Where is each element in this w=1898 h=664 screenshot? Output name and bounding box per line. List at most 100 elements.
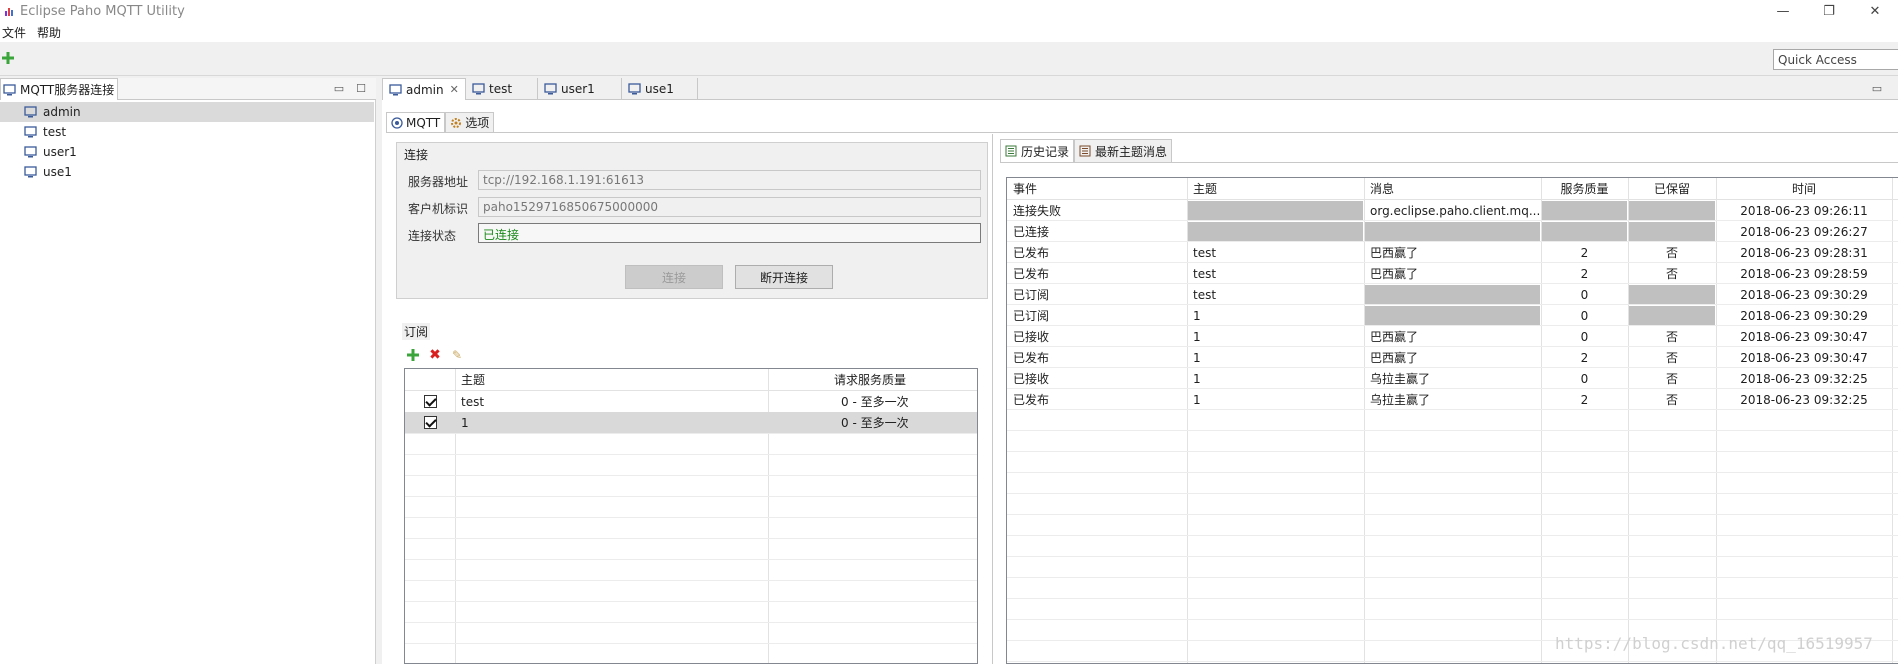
header-time[interactable]: 时间 bbox=[1716, 178, 1892, 199]
cell-retained: 否 bbox=[1665, 330, 1678, 344]
cell-event: 已发布 bbox=[1013, 267, 1050, 281]
main-toolbar bbox=[0, 42, 1898, 76]
subscription-checkbox[interactable] bbox=[423, 395, 437, 408]
subscription-qos[interactable]: 0 - 至多一次 bbox=[835, 391, 977, 412]
restore-icon[interactable]: ❐ bbox=[1806, 0, 1852, 22]
subscription-checkbox[interactable] bbox=[423, 416, 437, 429]
cell-event: 连接失败 bbox=[1013, 204, 1062, 218]
remove-subscription-icon[interactable]: ✖ bbox=[428, 347, 442, 363]
cell-message: 乌拉圭赢了 bbox=[1370, 393, 1431, 407]
table-row[interactable]: 已发布 1 乌拉圭赢了 2 否 2018-06-23 09:32:25 bbox=[1007, 389, 1898, 410]
inner-tab-options[interactable]: 选项 bbox=[445, 112, 495, 132]
tree-item-label: test bbox=[43, 125, 67, 139]
subscription-qos[interactable]: 0 - 至多一次 bbox=[835, 412, 977, 433]
tab-latest-messages[interactable]: 最新主题消息 bbox=[1074, 139, 1173, 162]
cell-event: 已接收 bbox=[1013, 330, 1050, 344]
table-row[interactable]: 1 0 - 至多一次 bbox=[405, 412, 977, 433]
add-subscription-icon[interactable] bbox=[406, 348, 420, 362]
message-list-icon bbox=[1079, 145, 1091, 157]
tree-item-user1[interactable]: user1 bbox=[0, 142, 374, 162]
menu-help[interactable]: 帮助 bbox=[35, 24, 64, 41]
table-row[interactable]: 已接收 1 乌拉圭赢了 0 否 2018-06-23 09:32:25 bbox=[1007, 368, 1898, 389]
table-row[interactable]: 已发布 test 巴西赢了 2 否 2018-06-23 09:28:59 bbox=[1007, 263, 1898, 284]
inner-tab-label: 选项 bbox=[465, 116, 490, 130]
history-tab-divider bbox=[1000, 162, 1898, 163]
table-row[interactable]: 连接失败 org.eclipse.paho.client.mq... 2018-06… bbox=[1007, 200, 1898, 221]
menu-bar: 文件 帮助 bbox=[0, 22, 1898, 42]
minimize-icon[interactable]: — bbox=[1760, 0, 1806, 22]
cell-time: 2018-06-23 09:30:47 bbox=[1740, 329, 1868, 344]
minimize-view-icon[interactable]: ▭ bbox=[332, 81, 346, 95]
tab-label: 历史记录 bbox=[1021, 144, 1070, 159]
table-row[interactable]: test 0 - 至多一次 bbox=[405, 391, 977, 412]
inner-tab-divider bbox=[386, 132, 1898, 133]
header-retained[interactable]: 已保留 bbox=[1628, 178, 1716, 199]
inner-tab-mqtt[interactable]: MQTT bbox=[386, 112, 446, 132]
cell-event: 已发布 bbox=[1013, 393, 1050, 407]
cell-event: 已连接 bbox=[1013, 225, 1050, 239]
tree-item-admin[interactable]: admin bbox=[0, 102, 374, 122]
cell-qos: 2 bbox=[1580, 245, 1589, 260]
inner-tabbar: MQTT 选项 bbox=[386, 112, 495, 132]
table-row[interactable]: 已连接 2018-06-23 09:26:27 bbox=[1007, 221, 1898, 242]
header-message[interactable]: 消息 bbox=[1364, 178, 1541, 199]
inner-tab-label: MQTT bbox=[406, 115, 441, 130]
header-qos[interactable]: 请求服务质量 bbox=[828, 369, 977, 390]
row-divider bbox=[405, 622, 977, 623]
tab-label: use1 bbox=[645, 82, 674, 96]
table-row[interactable]: 已订阅 1 0 2018-06-23 09:30:29 bbox=[1007, 305, 1898, 326]
subscription-topic: test bbox=[461, 394, 485, 409]
table-row[interactable]: 已发布 1 巴西赢了 2 否 2018-06-23 09:30:47 bbox=[1007, 347, 1898, 368]
tab-admin[interactable]: admin ✕ bbox=[382, 78, 466, 100]
connection-icon bbox=[24, 146, 37, 158]
table-row[interactable]: 已接收 1 巴西赢了 0 否 2018-06-23 09:30:47 bbox=[1007, 326, 1898, 347]
row-divider bbox=[1007, 430, 1898, 431]
table-row[interactable]: 已发布 test 巴西赢了 2 否 2018-06-23 09:28:31 bbox=[1007, 242, 1898, 263]
tab-user1[interactable]: user1 bbox=[538, 78, 622, 100]
view-title: MQTT服务器连接 bbox=[20, 83, 115, 97]
header-topic[interactable]: 主题 bbox=[455, 369, 768, 390]
tree-item-label: admin bbox=[43, 105, 81, 119]
minimize-editor-icon[interactable]: ▭ bbox=[1870, 81, 1884, 95]
cell-retained: 否 bbox=[1665, 267, 1678, 281]
row-divider bbox=[1007, 325, 1898, 326]
server-field[interactable]: tcp://192.168.1.191:61613 bbox=[478, 170, 981, 190]
menu-file[interactable]: 文件 bbox=[0, 24, 29, 41]
client-id-field[interactable]: paho1529716850675000000 bbox=[478, 197, 981, 217]
app-icon bbox=[2, 3, 18, 19]
row-divider bbox=[1007, 451, 1898, 452]
close-tab-icon[interactable]: ✕ bbox=[450, 83, 459, 96]
header-event[interactable]: 事件 bbox=[1007, 178, 1187, 199]
cell-time: 2018-06-23 09:26:27 bbox=[1740, 224, 1868, 239]
tree-item-test[interactable]: test bbox=[0, 122, 374, 142]
status-field: 已连接 bbox=[478, 223, 981, 243]
clear-icon[interactable]: ✎ bbox=[450, 348, 464, 362]
empty-cell bbox=[1188, 201, 1363, 220]
header-qos[interactable]: 服务质量 bbox=[1541, 178, 1628, 199]
tab-use1[interactable]: use1 bbox=[622, 78, 698, 100]
add-connection-icon[interactable] bbox=[2, 52, 14, 64]
view-tab-connections[interactable]: MQTT服务器连接 bbox=[0, 78, 118, 100]
subscription-toolbar: ✖ ✎ bbox=[406, 347, 464, 363]
row-divider bbox=[1007, 493, 1898, 494]
tab-history[interactable]: 历史记录 bbox=[1000, 139, 1075, 162]
cell-qos: 0 bbox=[1580, 287, 1589, 302]
connection-icon bbox=[472, 83, 485, 95]
tree-item-use1[interactable]: use1 bbox=[0, 162, 374, 182]
header-topic[interactable]: 主题 bbox=[1187, 178, 1364, 199]
table-row[interactable]: 已订阅 test 0 2018-06-23 09:30:29 bbox=[1007, 284, 1898, 305]
disconnect-button[interactable]: 断开连接 bbox=[735, 265, 833, 289]
cell-message: 巴西赢了 bbox=[1370, 267, 1419, 281]
cell-time: 2018-06-23 09:32:25 bbox=[1740, 392, 1868, 407]
cell-qos: 0 bbox=[1580, 329, 1589, 344]
tab-test[interactable]: test bbox=[466, 78, 538, 100]
quick-access-input[interactable] bbox=[1773, 49, 1898, 70]
maximize-view-icon[interactable]: ☐ bbox=[354, 81, 368, 95]
cell-qos: 2 bbox=[1580, 266, 1589, 281]
connection-icon bbox=[24, 106, 37, 118]
row-divider bbox=[1007, 598, 1898, 599]
close-icon[interactable]: ✕ bbox=[1852, 0, 1898, 22]
connect-button[interactable]: 连接 bbox=[625, 265, 723, 289]
tab-label: 最新主题消息 bbox=[1095, 144, 1168, 159]
cell-event: 已发布 bbox=[1013, 351, 1050, 365]
